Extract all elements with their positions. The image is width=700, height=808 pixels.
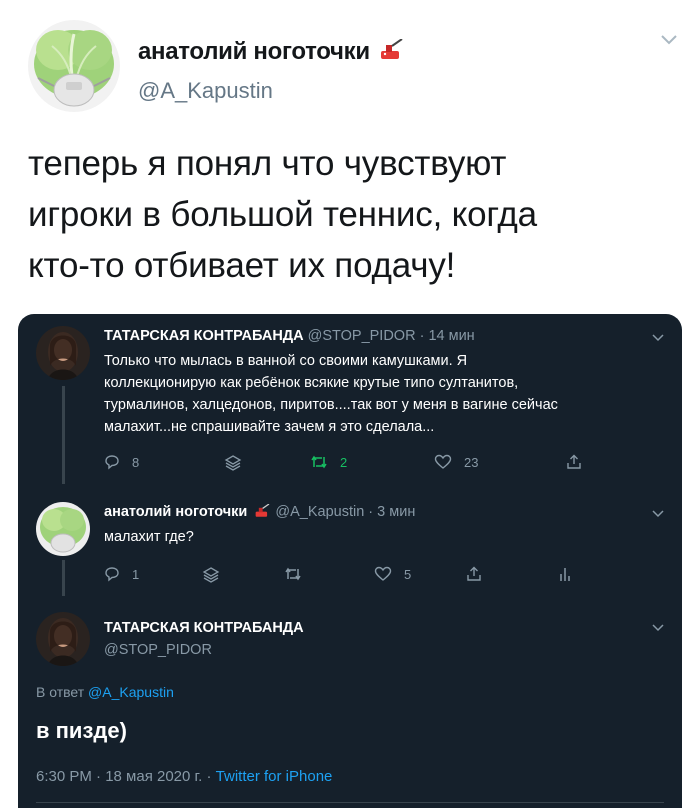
- avatar[interactable]: [36, 612, 90, 666]
- tweet1-actions: 8 2 23: [104, 454, 584, 476]
- share-icon: [567, 454, 581, 469]
- analytics-button[interactable]: [558, 566, 572, 582]
- heart-icon: [374, 566, 392, 581]
- woman-avatar-image: [36, 326, 90, 380]
- thread-connector-line: [62, 386, 65, 484]
- chevron-down-icon[interactable]: [652, 624, 664, 632]
- tweet-text-line: теперь я понял что чувствуют: [28, 144, 507, 183]
- layers-icon: [224, 455, 242, 471]
- avatar[interactable]: [36, 326, 90, 380]
- reply-button[interactable]: 8: [104, 454, 139, 470]
- author-name[interactable]: анатолий ноготочки: [138, 38, 404, 68]
- heart-icon: [434, 454, 452, 469]
- cabbage-avatar-image: [28, 20, 120, 112]
- retweet-icon: [311, 455, 327, 469]
- outer-tweet-header: анатолий ноготочки @A_Kapustin: [28, 20, 678, 120]
- tweet3-author[interactable]: ТАТАРСКАЯ КОНТРАБАНДА: [104, 620, 304, 636]
- cabbage-avatar-image: [36, 502, 90, 556]
- chevron-down-icon[interactable]: [652, 334, 664, 342]
- source-link[interactable]: Twitter for iPhone: [216, 768, 333, 785]
- tweet-timestamp: 6:30 PM · 18 мая 2020 г. · Twitter for i…: [36, 768, 333, 785]
- layers-button[interactable]: [202, 566, 220, 584]
- tweet3-text: в пизде): [36, 718, 127, 743]
- like-button[interactable]: 23: [434, 454, 478, 470]
- reply-handle-link[interactable]: @A_Kapustin: [88, 684, 174, 700]
- layers-button[interactable]: [224, 454, 242, 472]
- tweet-text: теперь я понял что чувствуют игроки в бо…: [28, 138, 668, 291]
- retweet-icon: [285, 567, 301, 581]
- share-button[interactable]: [466, 566, 482, 582]
- reply-button[interactable]: 1: [104, 566, 139, 582]
- reply-icon: [105, 455, 119, 470]
- tweet1-author[interactable]: ТАТАРСКАЯ КОНТРАБАНДА @STOP_PIDOR · 14 м…: [104, 328, 475, 344]
- retweet-button[interactable]: [284, 566, 302, 582]
- tweet2-text: малахит где?: [104, 529, 194, 545]
- layers-icon: [202, 567, 220, 583]
- reply-context: В ответ @A_Kapustin: [36, 684, 174, 700]
- share-icon: [467, 566, 481, 581]
- nail-polish-emoji-icon: [378, 38, 404, 68]
- tweet2-actions: 1 5: [104, 566, 584, 588]
- reply-icon: [105, 567, 119, 582]
- retweet-button[interactable]: 2: [310, 454, 347, 470]
- analytics-icon: [560, 568, 570, 581]
- tweet1-text: Только что мылась в ванной со своими кам…: [104, 353, 558, 435]
- chevron-down-icon[interactable]: [660, 34, 678, 46]
- divider: [36, 802, 664, 803]
- nail-polish-emoji-icon: [253, 503, 271, 522]
- like-button[interactable]: 5: [374, 566, 411, 582]
- tweet3-handle[interactable]: @STOP_PIDOR: [104, 642, 212, 658]
- embedded-thread-screenshot: ТАТАРСКАЯ КОНТРАБАНДА @STOP_PIDOR · 14 м…: [18, 314, 682, 808]
- thread-connector-line: [62, 560, 65, 596]
- tweet-text-line: кто-то отбивает их подачу!: [28, 246, 456, 285]
- author-handle[interactable]: @A_Kapustin: [138, 78, 273, 104]
- woman-avatar-image: [36, 612, 90, 666]
- share-button[interactable]: [566, 454, 582, 470]
- tweet2-author[interactable]: анатолий ноготочки @A_Kapustin · 3 мин: [104, 503, 415, 522]
- avatar[interactable]: [28, 20, 120, 112]
- chevron-down-icon[interactable]: [652, 510, 664, 518]
- tweet-text-line: игроки в большой теннис, когда: [28, 195, 537, 234]
- avatar[interactable]: [36, 502, 90, 556]
